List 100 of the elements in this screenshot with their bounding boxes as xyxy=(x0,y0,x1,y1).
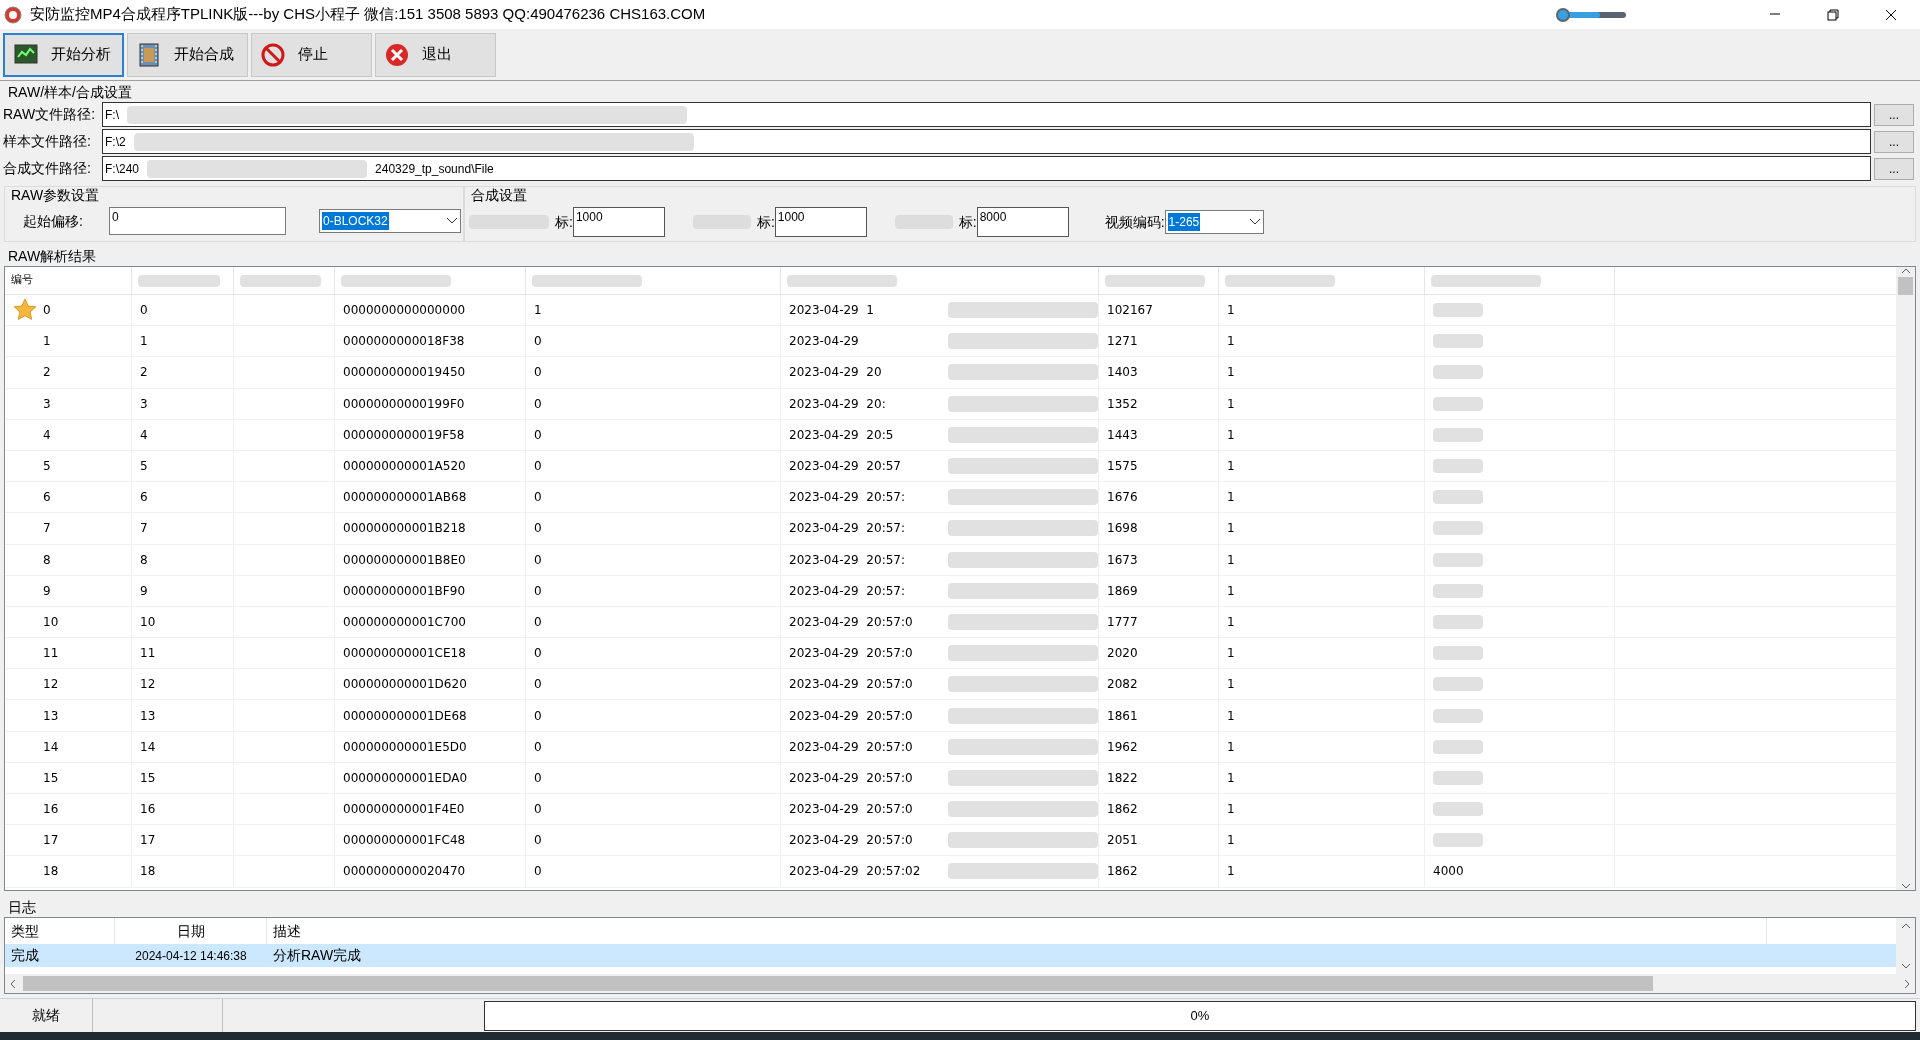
scroll-up-icon[interactable] xyxy=(1900,922,1911,930)
column-header: 描述 xyxy=(273,921,301,941)
table-cell-text: 1869 xyxy=(1107,582,1138,600)
scroll-thumb[interactable] xyxy=(1898,277,1913,295)
blurred-area xyxy=(1433,646,1483,661)
table-cell-text: 1 xyxy=(1227,738,1235,756)
table-cell-text: 0 xyxy=(534,395,542,413)
table-cell-text: 2023-04-29 20:57: xyxy=(789,520,905,538)
number-field[interactable]: 1000 xyxy=(572,207,665,237)
table-cell-text: 0 xyxy=(534,520,542,538)
table-cell-text: 1676 xyxy=(1107,489,1138,507)
browse-button[interactable]: ... xyxy=(1874,130,1914,153)
table-cell-text: 0 xyxy=(534,863,542,881)
vertical-scrollbar[interactable] xyxy=(1896,918,1915,974)
log-row[interactable]: 完成 2024-04-12 14:46:38 分析RAW完成 xyxy=(5,944,1896,967)
blurred-area xyxy=(1433,552,1483,567)
blurred-area xyxy=(1433,677,1483,692)
table-cell-text: 2082 xyxy=(1107,676,1138,694)
close-icon xyxy=(384,41,410,68)
toolbar-button[interactable]: 停止 xyxy=(251,32,372,77)
table-cell-text: 2023-04-29 20: xyxy=(789,395,886,413)
scroll-up-icon[interactable] xyxy=(1900,267,1911,275)
table-cell-text: 1352 xyxy=(1107,395,1138,413)
toolbar-button[interactable]: 开始合成 xyxy=(127,32,248,77)
table-cell-text: 8 xyxy=(140,551,148,569)
table-cell-text: 000000000001BF90 xyxy=(343,582,466,600)
blurred-area xyxy=(1433,833,1483,848)
table-cell-text: 000000000001B8E0 xyxy=(343,551,466,569)
scroll-left-icon[interactable] xyxy=(9,978,17,989)
field-label: 标: xyxy=(958,212,977,232)
browse-button[interactable]: ... xyxy=(1874,103,1914,126)
blurred-area xyxy=(1433,334,1483,349)
browse-button[interactable]: ... xyxy=(1874,157,1914,180)
column-header: 日期 xyxy=(176,921,205,941)
table-cell-text: 1 xyxy=(1227,551,1235,569)
blurred-area xyxy=(1433,770,1483,785)
table-cell-text: 1861 xyxy=(1107,707,1138,725)
table-cell-text: 000000000001DE68 xyxy=(343,707,467,725)
table-cell: 完成 xyxy=(11,947,39,963)
path-field[interactable]: F:\2 xyxy=(102,129,1871,154)
table-cell-text: 0 xyxy=(534,707,542,725)
table-cell-text: 000000000001E5D0 xyxy=(343,738,467,756)
toolbar-button[interactable]: 开始分析 xyxy=(3,32,124,77)
table-cell-text: 1 xyxy=(1227,302,1235,320)
scroll-down-icon[interactable] xyxy=(1900,882,1911,890)
close-icon xyxy=(1885,9,1897,20)
table-cell-text: 2023-04-29 xyxy=(789,333,859,351)
table-cell-text: 2023-04-29 20:57 xyxy=(789,458,901,476)
offset-field[interactable]: 0 xyxy=(109,207,286,235)
progress-bar: 0% xyxy=(484,1000,1916,1031)
table-cell-text: 2051 xyxy=(1107,832,1138,850)
table-cell-text: 10 xyxy=(43,613,59,631)
table-cell-text: 1 xyxy=(534,302,542,320)
table-cell-text: 2023-04-29 20:57:0 xyxy=(789,645,913,663)
path-field[interactable]: F:\ xyxy=(102,102,1871,127)
table-cell-text: 1777 xyxy=(1107,613,1138,631)
table-cell-text: 17 xyxy=(43,832,59,850)
table-cell-text: 000000000001FC48 xyxy=(343,832,466,850)
table-cell-text: 000000000001A520 xyxy=(343,458,466,476)
codec-dropdown[interactable]: 1-265 xyxy=(1164,210,1264,234)
table-cell-text: 2023-04-29 20:57:0 xyxy=(789,769,913,787)
scroll-right-icon[interactable] xyxy=(1903,978,1911,989)
field-label: RAW文件路径: xyxy=(2,105,97,124)
table-cell-text: 13 xyxy=(140,707,156,725)
horizontal-scrollbar[interactable] xyxy=(5,974,1915,993)
table-cell-text: 1673 xyxy=(1107,551,1138,569)
scroll-down-icon[interactable] xyxy=(1900,962,1911,970)
table-cell-text: 0 xyxy=(534,489,542,507)
table-cell-text: 0 xyxy=(534,645,542,663)
vertical-scrollbar[interactable] xyxy=(1896,267,1915,890)
caret-icon xyxy=(446,217,458,225)
table-cell-text: 2023-04-29 20:57:02 xyxy=(789,863,921,881)
number-field[interactable]: 8000 xyxy=(976,207,1069,237)
table-cell-text: 1862 xyxy=(1107,863,1138,881)
blurred-area xyxy=(1433,521,1483,536)
path-field[interactable]: F:\240 240329_tp_sound\File xyxy=(102,156,1871,181)
table-cell-text: 000000000001CE18 xyxy=(343,645,466,663)
table-cell-text: 2023-04-29 20:57: xyxy=(789,489,905,507)
table-cell-text: 5 xyxy=(43,458,51,476)
scroll-thumb[interactable] xyxy=(23,976,1653,991)
prohibited-icon xyxy=(260,41,286,68)
table-cell-text: 0 xyxy=(43,302,51,320)
blurred-area xyxy=(1433,427,1483,442)
block-dropdown[interactable]: 0-BLOCK32 xyxy=(319,209,461,233)
table-cell-text: 2023-04-29 20 xyxy=(789,364,882,382)
blurred-area xyxy=(1433,739,1483,754)
table-cell-text: 1271 xyxy=(1107,333,1138,351)
blurred-area xyxy=(1433,303,1483,318)
group-title: 合成设置 xyxy=(470,187,528,203)
table-cell-text: 0 xyxy=(534,458,542,476)
number-field[interactable]: 1000 xyxy=(774,207,867,237)
blurred-area xyxy=(1433,614,1483,629)
field-label: 标: xyxy=(555,212,573,232)
table-cell-text: 6 xyxy=(43,489,51,507)
table-cell-text: 11 xyxy=(140,645,156,663)
table-cell-text: 0 xyxy=(534,613,542,631)
toolbar-button[interactable]: 退出 xyxy=(375,32,496,77)
table-cell-text: 18 xyxy=(140,863,156,881)
table-cell-text: 8 xyxy=(43,551,51,569)
table-cell-text: 11 xyxy=(43,645,59,663)
